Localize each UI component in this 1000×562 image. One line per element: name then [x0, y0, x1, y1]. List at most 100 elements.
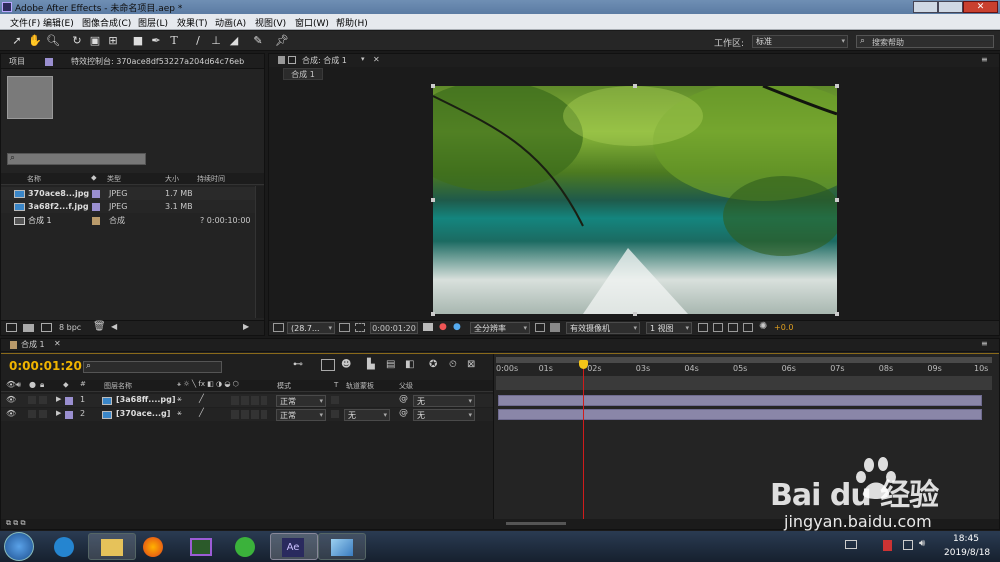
flowchart-icon[interactable]: [743, 323, 753, 332]
comp-subtab[interactable]: 合成 1: [283, 68, 323, 80]
col-duration[interactable]: 持续时间: [197, 174, 225, 184]
list-item[interactable]: 3a68f2...f.jpg JPEG 3.1 MB: [1, 200, 255, 213]
fast-previews-icon[interactable]: [713, 323, 723, 332]
tab-close-icon[interactable]: ✕: [54, 339, 61, 348]
taskbar-generic-app[interactable]: [318, 533, 366, 560]
help-search-input[interactable]: ⌕ 搜索帮助: [856, 35, 994, 48]
tray-security-icon[interactable]: [883, 540, 892, 551]
visibility-eye-icon[interactable]: 👁︎: [6, 395, 16, 404]
panel-menu-icon[interactable]: ≡: [981, 339, 988, 348]
switch-boxes[interactable]: [231, 396, 267, 405]
col-trkmat[interactable]: 轨道蒙板: [346, 381, 374, 391]
hide-shy-layers-icon[interactable]: ☻: [341, 359, 351, 370]
workspace-dropdown[interactable]: 标准: [752, 35, 848, 48]
show-channel-icon[interactable]: ●: [453, 322, 461, 332]
toggle-pixel-aspect-icon[interactable]: [698, 323, 708, 332]
menu-animation[interactable]: 动画(A): [215, 16, 246, 29]
table-row[interactable]: 👁︎ ▶ 1 [3a68ff....pg] ⚹ ╱ 正常 @ 无: [1, 394, 493, 407]
new-folder-icon[interactable]: [23, 324, 34, 332]
list-item[interactable]: 合成 1 合成 ? 0:00:10:00: [1, 214, 255, 227]
col-mode[interactable]: 模式: [277, 381, 291, 391]
tray-volume-icon[interactable]: 🔊︎: [919, 538, 925, 549]
solo-toggle[interactable]: [39, 410, 47, 418]
motion-blur-icon[interactable]: ▤: [386, 359, 395, 370]
taskbar-video-app[interactable]: [181, 533, 221, 560]
layer-name[interactable]: [3a68ff....pg]: [116, 395, 176, 404]
view-layout-dropdown[interactable]: 1 视图: [646, 322, 692, 334]
tab-close-icon[interactable]: ✕: [373, 55, 380, 64]
audio-toggle[interactable]: [28, 410, 36, 418]
col-parent[interactable]: 父级: [399, 381, 413, 391]
transform-handle[interactable]: [835, 198, 839, 202]
layer-duration-bar[interactable]: [498, 409, 982, 420]
track-matte-dropdown[interactable]: 无: [344, 409, 390, 421]
table-row[interactable]: 👁︎ ▶ 2 [370ace...g] ⚹ ╱ 正常 无 @ 无: [1, 408, 493, 421]
show-snapshot-icon[interactable]: ●: [439, 322, 447, 332]
comp-viewer-image[interactable]: [433, 86, 837, 314]
menu-window[interactable]: 窗口(W): [295, 16, 329, 29]
quality-switch-icon[interactable]: ╱: [199, 394, 204, 403]
layer-label-color[interactable]: [65, 411, 73, 419]
brainstorm-icon[interactable]: ◧: [405, 359, 414, 370]
tab-menu-chevron-down-icon[interactable]: ▾: [361, 55, 365, 63]
snapshot-camera-icon[interactable]: [423, 323, 433, 331]
region-of-interest-icon[interactable]: [535, 323, 545, 332]
current-time-indicator[interactable]: [579, 360, 589, 526]
transparency-grid-icon[interactable]: [550, 323, 560, 332]
layer-label-color[interactable]: [65, 397, 73, 405]
col-name[interactable]: 名称: [27, 174, 41, 184]
minimize-button[interactable]: [913, 1, 938, 13]
current-time-field[interactable]: 0:00:01:20: [370, 322, 418, 334]
comp-mini-flowchart-icon[interactable]: ⊷: [293, 359, 303, 370]
preserve-transparency-toggle[interactable]: [331, 396, 339, 404]
tab-timeline[interactable]: 合成 1: [21, 338, 45, 352]
transform-handle[interactable]: [835, 312, 839, 316]
tab-composition[interactable]: 合成: 合成 1: [302, 54, 347, 68]
rectangle-tool-icon[interactable]: ■: [131, 34, 145, 48]
always-preview-icon[interactable]: [273, 323, 284, 332]
camera-view-dropdown[interactable]: 有效摄像机: [566, 322, 640, 334]
interpret-footage-icon[interactable]: [6, 323, 17, 332]
visibility-eye-icon[interactable]: 👁︎: [6, 409, 16, 418]
trash-icon[interactable]: 🗑︎: [93, 321, 106, 332]
rotate-tool-icon[interactable]: ↻: [70, 34, 84, 48]
blend-mode-dropdown[interactable]: 正常: [276, 409, 326, 421]
lock-icon[interactable]: [278, 56, 285, 64]
menu-layer[interactable]: 图层(L): [138, 16, 168, 29]
col-type[interactable]: 类型: [107, 174, 121, 184]
switch-boxes[interactable]: [231, 410, 267, 419]
transform-handle[interactable]: [835, 84, 839, 88]
scroll-right-icon[interactable]: ▶: [243, 322, 249, 331]
clock-date[interactable]: 2019/8/18: [944, 548, 990, 558]
pick-whip-icon[interactable]: @: [399, 408, 408, 418]
toggle-switches-icon[interactable]: ⧉ ⧉ ⧉: [6, 519, 25, 528]
magnification-dropdown[interactable]: (28.7...: [287, 322, 335, 334]
camera-tool-icon[interactable]: ▣: [88, 34, 102, 48]
layer-name[interactable]: [370ace...g]: [116, 409, 170, 418]
exposure-value[interactable]: +0.0: [774, 323, 793, 332]
shy-switch-icon[interactable]: ⚹: [177, 394, 182, 404]
new-comp-icon[interactable]: [41, 323, 52, 332]
menu-view[interactable]: 视图(V): [255, 16, 286, 29]
list-item[interactable]: 370ace8...jpg JPEG 1.7 MB: [1, 187, 255, 200]
expand-chevron-icon[interactable]: ▶: [56, 409, 61, 417]
tray-network-icon[interactable]: [903, 540, 913, 550]
graph-editor-icon[interactable]: ⏲: [449, 359, 457, 370]
frame-blending-icon[interactable]: ▙: [367, 359, 375, 370]
resolution-dropdown[interactable]: 全分辨率: [470, 322, 530, 334]
zoom-tool-icon[interactable]: 🔍︎: [46, 34, 60, 48]
pick-whip-icon[interactable]: @: [399, 394, 408, 404]
clock-time[interactable]: 18:45: [953, 534, 979, 544]
shy-switch-icon[interactable]: ⚹: [177, 408, 182, 418]
puppet-pin-tool-icon[interactable]: 📌︎: [275, 34, 289, 48]
tray-keyboard-icon[interactable]: [845, 540, 857, 549]
timeline-timecode[interactable]: 0:00:01:20: [9, 359, 82, 373]
menu-effect[interactable]: 效果(T): [177, 16, 208, 29]
transform-handle[interactable]: [431, 84, 435, 88]
tab-effect-controls[interactable]: 特效控制台: 370ace8df53227a204d64c76eb: [71, 55, 261, 69]
roto-brush-tool-icon[interactable]: ✎: [251, 34, 265, 48]
transform-handle[interactable]: [431, 312, 435, 316]
text-tool-icon[interactable]: T: [167, 34, 181, 48]
timeline-search-input[interactable]: ⌕: [83, 361, 222, 373]
taskbar-browser[interactable]: [226, 533, 266, 560]
